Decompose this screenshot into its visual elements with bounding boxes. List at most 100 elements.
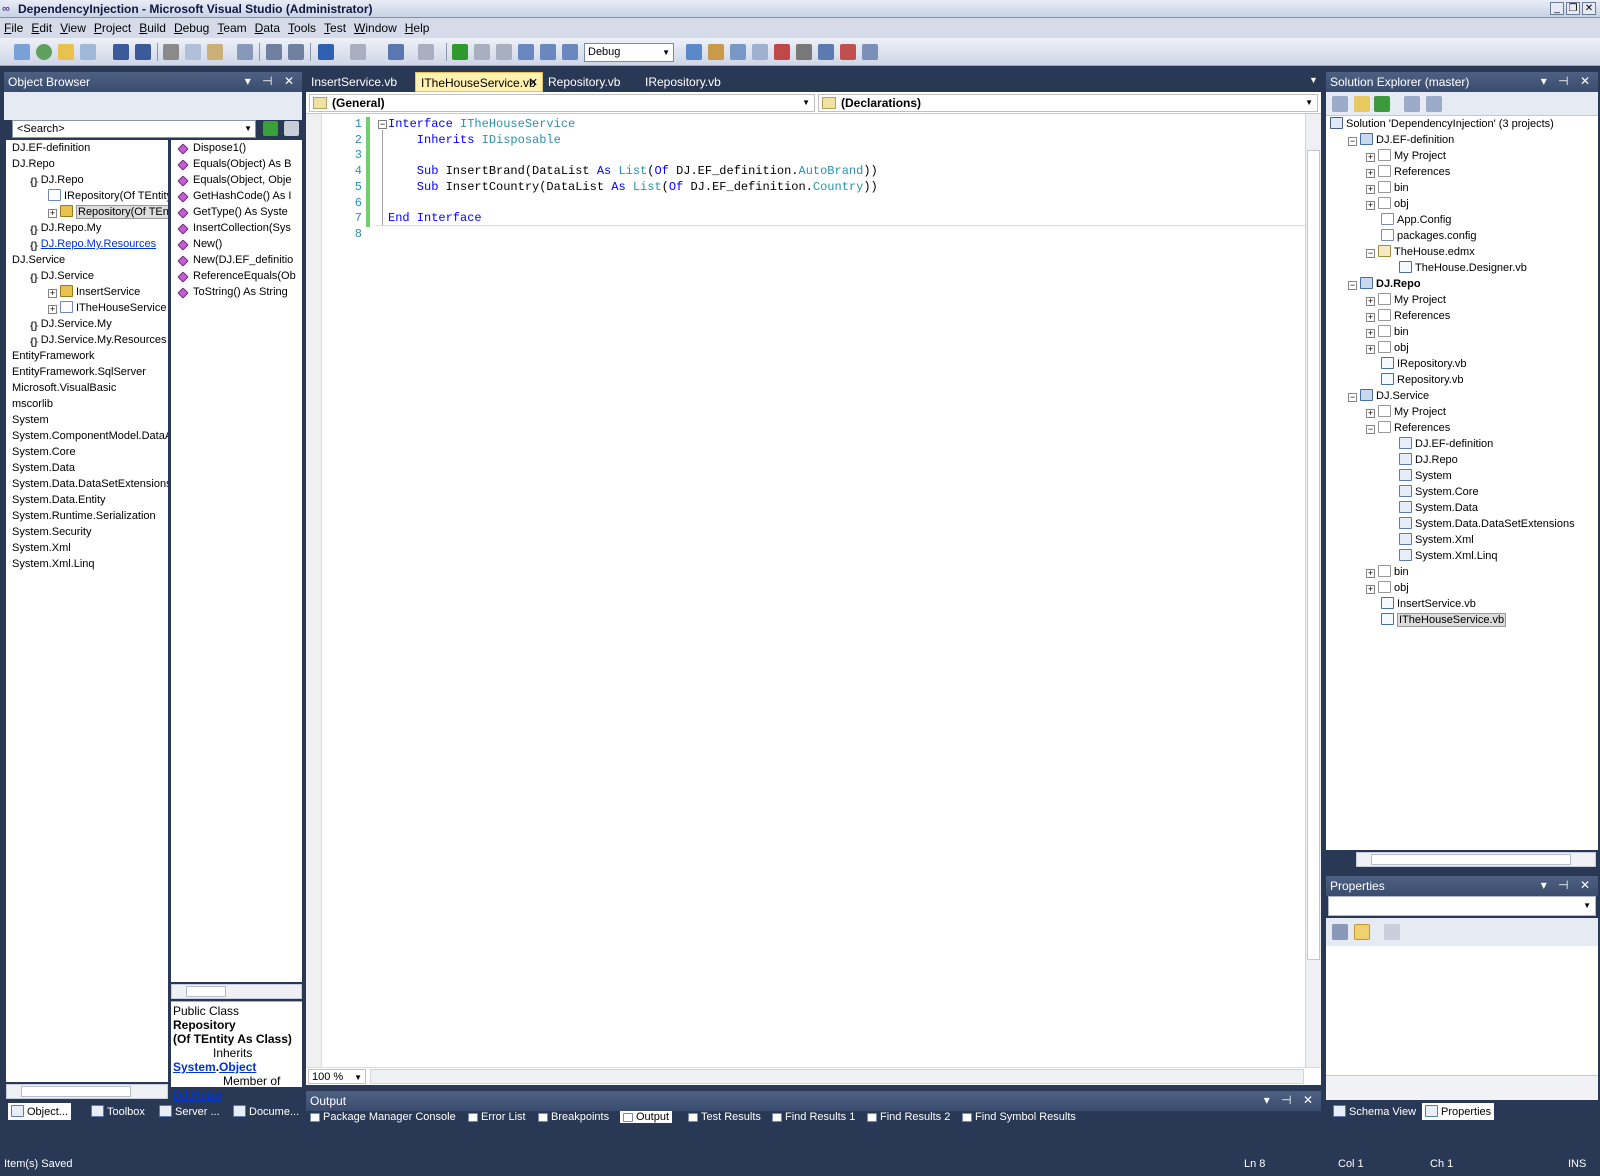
- solution-explorer-icon[interactable]: [708, 44, 724, 60]
- expand-icon[interactable]: +: [48, 289, 57, 298]
- object-tree-item[interactable]: {} DJ.Service.My.Resources: [12, 332, 168, 348]
- object-tree-item[interactable]: System.ComponentModel.DataA: [12, 428, 168, 444]
- members-dropdown[interactable]: (Declarations) ▼: [818, 94, 1318, 112]
- solution-tree-item[interactable]: App.Config: [1330, 212, 1598, 228]
- stop-icon[interactable]: [496, 44, 512, 60]
- menu-project[interactable]: Project: [90, 18, 135, 35]
- show-all-files-icon[interactable]: [1354, 96, 1370, 112]
- cut-icon[interactable]: [163, 44, 179, 60]
- uncomment-icon[interactable]: [288, 44, 304, 60]
- members-horizontal-scrollbar[interactable]: [171, 984, 302, 999]
- solution-tree-item[interactable]: + bin: [1330, 324, 1598, 340]
- copy-icon[interactable]: [185, 44, 201, 60]
- output-tab[interactable]: Test Results: [688, 1111, 761, 1123]
- find-in-files-icon[interactable]: [686, 44, 702, 60]
- categorized-icon[interactable]: [1332, 924, 1348, 940]
- command-window-icon[interactable]: [862, 44, 878, 60]
- object-tree-item[interactable]: + ITheHouseService: [12, 300, 168, 316]
- object-tree-item[interactable]: DJ.Repo: [12, 156, 168, 172]
- expand-icon[interactable]: +: [48, 305, 57, 314]
- solution-tree-item[interactable]: − DJ.Service: [1330, 388, 1598, 404]
- tab-repository[interactable]: Repository.vb: [543, 72, 625, 92]
- add-item-icon[interactable]: [80, 44, 96, 60]
- output-tab[interactable]: Find Results 1: [772, 1111, 855, 1123]
- tab-list-dropdown-icon[interactable]: ▼: [1304, 72, 1323, 92]
- solution-tree-item[interactable]: DJ.EF-definition: [1330, 436, 1598, 452]
- dj-repo-link[interactable]: DJ.Repo: [173, 1088, 222, 1102]
- class-diagram-icon[interactable]: [1426, 96, 1442, 112]
- types-dropdown[interactable]: (General) ▼: [309, 94, 815, 112]
- save-icon[interactable]: [113, 44, 129, 60]
- object-browser-icon[interactable]: [752, 44, 768, 60]
- object-tree-item[interactable]: {} DJ.Repo: [12, 172, 168, 188]
- tab-insertservice[interactable]: InsertService.vb: [306, 72, 402, 92]
- restore-button[interactable]: ❐: [1566, 2, 1580, 15]
- solution-tree-item[interactable]: TheHouse.Designer.vb: [1330, 260, 1598, 276]
- object-tree-item[interactable]: mscorlib: [12, 396, 168, 412]
- member-item[interactable]: Equals(Object) As B: [177, 156, 302, 172]
- object-tree-item[interactable]: EntityFramework: [12, 348, 168, 364]
- object-tree-item[interactable]: + Repository(Of TEntity): [12, 204, 168, 220]
- object-tree-item[interactable]: System.Security: [12, 524, 168, 540]
- solution-tree-item[interactable]: ITheHouseService.vb: [1330, 612, 1598, 628]
- menu-file[interactable]: File: [0, 18, 27, 35]
- solution-tree-item[interactable]: + obj: [1330, 580, 1598, 596]
- solution-tree-item[interactable]: System: [1330, 468, 1598, 484]
- clear-search-icon[interactable]: [284, 121, 299, 136]
- output-tab[interactable]: Find Results 2: [867, 1111, 950, 1123]
- solution-tree-item[interactable]: System.Core: [1330, 484, 1598, 500]
- panel-controls[interactable]: ▾ ⊣ ✕: [245, 74, 298, 88]
- solution-tree-item[interactable]: + My Project: [1330, 292, 1598, 308]
- menu-view[interactable]: View: [56, 18, 90, 35]
- menu-window[interactable]: Window: [350, 18, 401, 35]
- solution-tree-item[interactable]: + obj: [1330, 340, 1598, 356]
- object-tree-item[interactable]: System.Data.DataSetExtensions: [12, 476, 168, 492]
- extension-manager-icon[interactable]: [840, 44, 856, 60]
- property-pages-icon[interactable]: [1384, 924, 1400, 940]
- menu-debug[interactable]: Debug: [170, 18, 213, 35]
- view-code-icon[interactable]: [1404, 96, 1420, 112]
- tab-irepository[interactable]: IRepository.vb: [640, 72, 726, 92]
- solution-tree-item[interactable]: System.Data: [1330, 500, 1598, 516]
- expand-icon[interactable]: +: [1366, 345, 1375, 354]
- panel-controls[interactable]: ▾ ⊣ ✕: [1541, 878, 1594, 892]
- menu-data[interactable]: Data: [251, 18, 284, 35]
- navigate-forward-icon[interactable]: [418, 44, 434, 60]
- code-line[interactable]: [388, 148, 878, 164]
- object-tree-item[interactable]: System: [12, 412, 168, 428]
- object-tree-item[interactable]: DJ.Service: [12, 252, 168, 268]
- left-tool-tab[interactable]: Docume...: [230, 1103, 302, 1120]
- start-debugging-icon[interactable]: [452, 44, 468, 60]
- member-item[interactable]: ToString() As String: [177, 284, 302, 300]
- object-tree-item[interactable]: {} DJ.Service: [12, 268, 168, 284]
- solution-tree-item[interactable]: + bin: [1330, 564, 1598, 580]
- solution-tree-item[interactable]: + References: [1330, 164, 1598, 180]
- expand-icon[interactable]: +: [1366, 585, 1375, 594]
- solution-tree-item[interactable]: − References: [1330, 420, 1598, 436]
- collapse-icon[interactable]: −: [1348, 137, 1357, 146]
- object-tree-item[interactable]: DJ.EF-definition: [12, 140, 168, 156]
- indicator-margin[interactable]: [306, 114, 322, 1067]
- solution-tree-item[interactable]: Solution 'DependencyInjection' (3 projec…: [1330, 116, 1598, 132]
- expand-icon[interactable]: +: [1366, 169, 1375, 178]
- expand-icon[interactable]: +: [1366, 409, 1375, 418]
- solution-tree-item[interactable]: + My Project: [1330, 404, 1598, 420]
- object-tree-item[interactable]: + InsertService: [12, 284, 168, 300]
- left-tool-tab[interactable]: Toolbox: [88, 1103, 148, 1120]
- new-website-icon[interactable]: [36, 44, 52, 60]
- solution-tree-item[interactable]: − DJ.EF-definition: [1330, 132, 1598, 148]
- editor-horizontal-scrollbar[interactable]: [370, 1069, 1304, 1084]
- expand-icon[interactable]: +: [1366, 569, 1375, 578]
- paste-icon[interactable]: [207, 44, 223, 60]
- object-tree-item[interactable]: Microsoft.VisualBasic: [12, 380, 168, 396]
- object-tree-item[interactable]: System.Xml.Linq: [12, 556, 168, 572]
- menu-help[interactable]: Help: [401, 18, 434, 35]
- code-text[interactable]: Interface ITheHouseService Inherits IDis…: [388, 117, 878, 243]
- code-line[interactable]: [388, 195, 878, 211]
- close-tab-icon[interactable]: ✕: [529, 76, 538, 89]
- objects-horizontal-scrollbar[interactable]: [6, 1084, 168, 1099]
- expand-icon[interactable]: +: [1366, 153, 1375, 162]
- start-page-icon[interactable]: [818, 44, 834, 60]
- editor-vertical-scrollbar[interactable]: [1305, 114, 1321, 1067]
- code-line[interactable]: Sub InsertCountry(DataList As List(Of DJ…: [388, 180, 878, 196]
